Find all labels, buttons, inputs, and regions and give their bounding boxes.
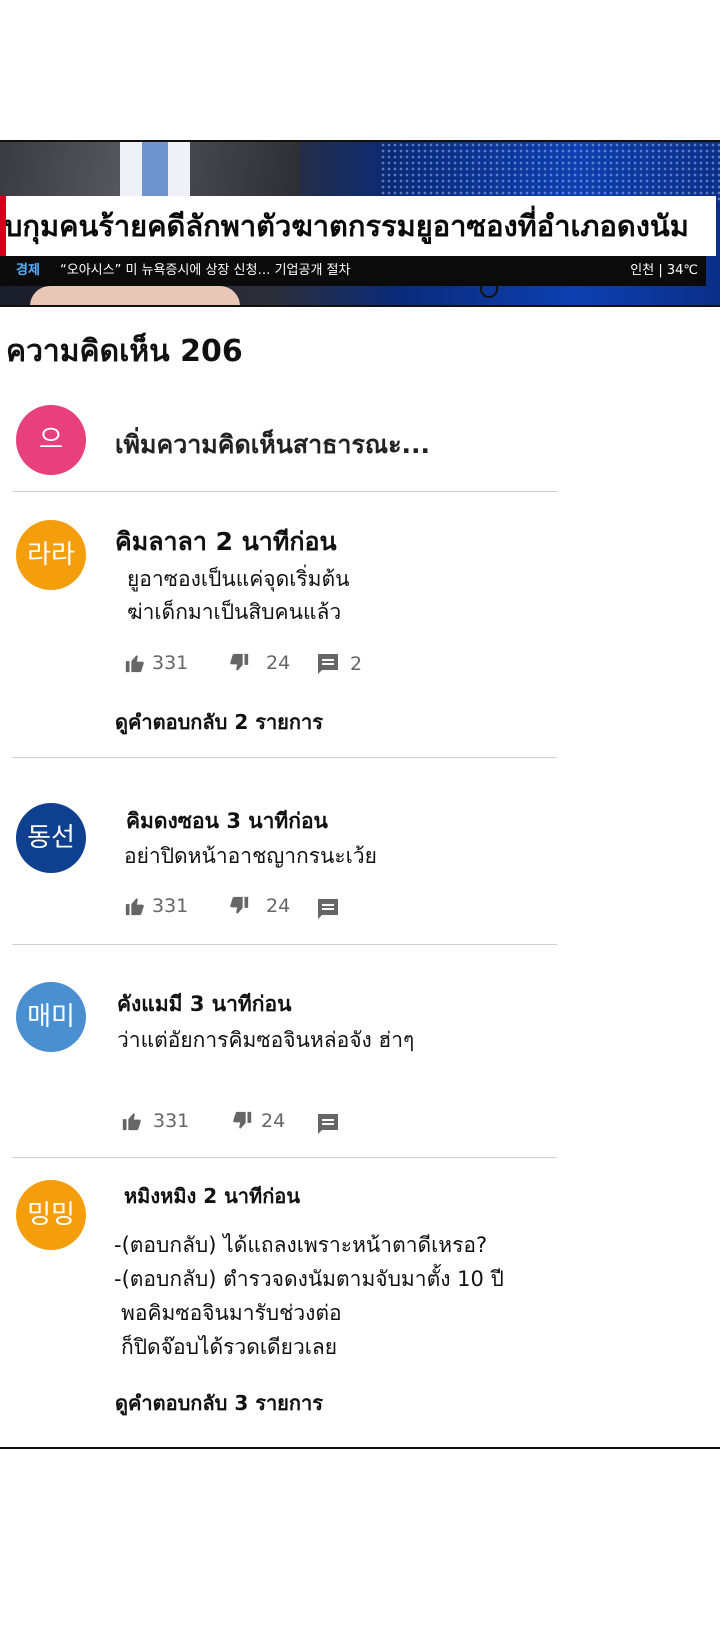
avatar: 매미: [16, 982, 86, 1052]
reply-button[interactable]: 2: [316, 652, 362, 676]
thumbs-up-icon: [125, 655, 144, 673]
like-button[interactable]: 331: [124, 652, 188, 674]
comment-text-line: ยูอาซองเป็นแค่จุดเริ่มต้น: [127, 567, 350, 591]
thumbs-down-icon: [233, 1111, 252, 1129]
dislike-button[interactable]: 24: [228, 895, 290, 917]
thumbs-down-icon: [230, 653, 249, 671]
dotted-background: [380, 142, 720, 202]
dislike-button[interactable]: 24: [229, 1110, 285, 1132]
thumbs-up-icon: [122, 1113, 141, 1131]
reply-button[interactable]: [316, 1112, 340, 1136]
thumbs-up-icon: [125, 898, 144, 916]
comment-author: คิมดงซอน 3 นาทีก่อน: [126, 809, 328, 833]
tie-illustration: [142, 142, 168, 202]
microphone-illustration: [480, 286, 498, 298]
dislike-button[interactable]: 24: [228, 652, 290, 674]
like-count: 331: [153, 1110, 190, 1132]
ticker-weather: 인천 | 34℃: [630, 263, 698, 278]
comment-text-line: -(ตอบกลับ) ตำรวจดงนัมตามจับมาตั้ง 10 ปี: [114, 1267, 504, 1291]
reply-count: 2: [350, 653, 363, 675]
comment-text-line: -(ตอบกลับ) ได้แถลงเพราะหน้าตาดีเหรอ?: [114, 1233, 488, 1257]
dislike-count: 24: [266, 652, 291, 674]
like-count: 331: [152, 652, 189, 674]
comment-author: หมิงหมิง 2 นาทีก่อน: [124, 1184, 300, 1208]
comment-text-line: ก็ปิดจ๊อบได้รวดเดียวเลย: [121, 1335, 338, 1359]
panel-border: [0, 1447, 720, 1449]
news-headline: ับกุมคนร้ายคดีลักพาตัวฆาตกรรมยูอาซองที่อ…: [4, 209, 689, 243]
avatar: 밍밍: [16, 1180, 86, 1250]
comment-text-line: อย่าปิดหน้าอาชญากรนะเว้ย: [124, 844, 377, 868]
hands-illustration: [30, 286, 240, 305]
view-replies-link[interactable]: ดูคำตอบกลับ 3 รายการ: [115, 1387, 323, 1419]
comment-icon: [318, 654, 338, 674]
news-ticker: 경제 “오아시스” 미 뉴욕증시에 상장 신청… 기업공개 절차 인천 | 34…: [0, 256, 706, 286]
ticker-text: “오아시스” 미 뉴욕증시에 상장 신청… 기업공개 절차: [60, 263, 351, 278]
comment-author: คิมลาลา 2 นาทีก่อน: [115, 527, 337, 556]
comment-icon: [318, 1114, 338, 1134]
news-headline-bar: ับกุมคนร้ายคดีลักพาตัวฆาตกรรมยูอาซองที่อ…: [0, 196, 716, 256]
comment-icon: [318, 899, 338, 919]
news-broadcast-panel: ับกุมคนร้ายคดีลักพาตัวฆาตกรรมยูอาซองที่อ…: [0, 140, 720, 307]
divider: [12, 757, 557, 758]
comment-text-line: ฆ่าเด็กมาเป็นสิบคนแล้ว: [127, 600, 342, 624]
comment-author: คังแมมี 3 นาทีก่อน: [117, 992, 292, 1016]
comment-text-line: ว่าแต่อัยการคิมซอจินหล่อจัง ฮ่าๆ: [117, 1028, 415, 1052]
divider: [12, 944, 557, 945]
reply-button[interactable]: [316, 897, 340, 921]
divider: [12, 1157, 557, 1158]
dislike-count: 24: [261, 1110, 286, 1132]
avatar: 라라: [16, 520, 86, 590]
view-replies-link[interactable]: ดูคำตอบกลับ 2 รายการ: [115, 706, 323, 738]
like-button[interactable]: 331: [119, 1110, 189, 1132]
divider: [12, 491, 557, 492]
comment-text-line: พอคิมซอจินมารับช่วงต่อ: [121, 1301, 342, 1325]
ticker-category: 경제: [16, 263, 40, 278]
avatar: 동선: [16, 803, 86, 873]
add-comment-input[interactable]: เพิ่มความคิดเห็นสาธารณะ...: [115, 425, 430, 465]
avatar: 으: [16, 405, 86, 475]
like-count: 331: [152, 895, 189, 917]
thumbs-down-icon: [230, 896, 249, 914]
like-button[interactable]: 331: [124, 895, 188, 917]
comments-count-title: ความคิดเห็น 206: [6, 334, 243, 369]
dislike-count: 24: [266, 895, 291, 917]
